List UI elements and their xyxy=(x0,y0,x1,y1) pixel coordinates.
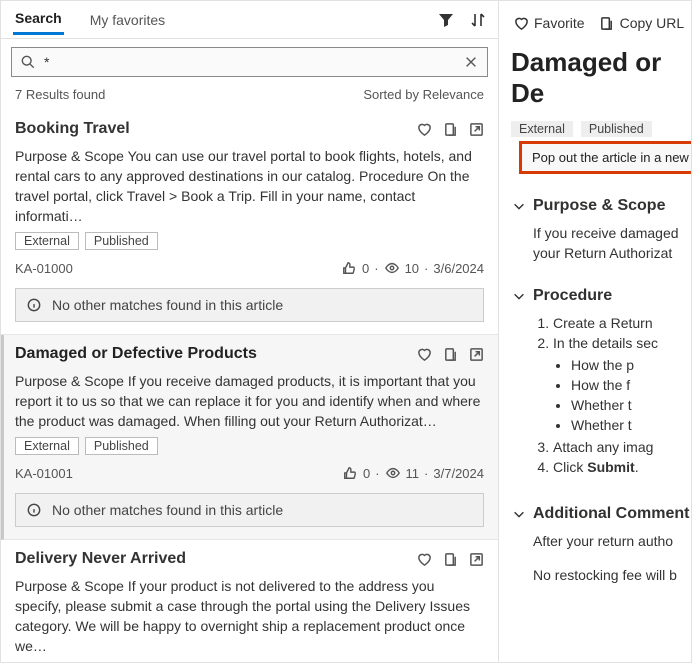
popout-icon[interactable] xyxy=(468,551,484,567)
tag-external: External xyxy=(15,437,79,455)
link-icon[interactable] xyxy=(442,551,458,567)
tab-bar: Search My favorites xyxy=(1,1,498,39)
no-match-banner: No other matches found in this article xyxy=(15,288,484,322)
list-item: Create a Return xyxy=(553,313,691,333)
chevron-down-icon xyxy=(511,288,527,304)
list-item: How the p xyxy=(571,355,691,375)
link-icon[interactable] xyxy=(442,346,458,362)
heart-icon xyxy=(513,15,529,31)
section-procedure[interactable]: Procedure xyxy=(511,287,691,305)
section-additional[interactable]: Additional Comment xyxy=(511,505,691,523)
heart-icon[interactable] xyxy=(416,346,432,362)
card-title: Booking Travel xyxy=(15,120,130,138)
search-box[interactable] xyxy=(11,47,488,77)
no-match-banner: No other matches found in this article xyxy=(15,493,484,527)
search-input[interactable] xyxy=(42,53,463,71)
results-count: 7 Results found xyxy=(15,87,105,102)
link-icon[interactable] xyxy=(442,121,458,137)
tag-published: Published xyxy=(85,437,158,455)
thumbs-count: 0 xyxy=(362,261,369,276)
list-item: Whether t xyxy=(571,415,691,435)
result-card[interactable]: Booking Travel Purpose & Scope You can u… xyxy=(1,110,498,335)
sort-icon[interactable] xyxy=(470,12,486,28)
search-icon xyxy=(20,54,36,70)
thumbs-icon[interactable] xyxy=(341,260,357,276)
popout-icon[interactable] xyxy=(468,346,484,362)
tag-external: External xyxy=(511,121,573,137)
info-icon xyxy=(26,502,42,518)
copy-icon xyxy=(599,15,615,31)
copyurl-action[interactable]: Copy URL xyxy=(599,15,685,31)
popout-icon[interactable] xyxy=(468,121,484,137)
card-snippet: Purpose & Scope If you receive damaged p… xyxy=(15,371,484,431)
tab-favorites[interactable]: My favorites xyxy=(88,6,167,34)
heart-icon[interactable] xyxy=(416,121,432,137)
tag-published: Published xyxy=(85,232,158,250)
tag-published: Published xyxy=(581,121,652,137)
chevron-down-icon xyxy=(511,506,527,522)
tag-external: External xyxy=(15,232,79,250)
results-meta: 7 Results found Sorted by Relevance xyxy=(1,81,498,110)
card-title: Delivery Never Arrived xyxy=(15,550,186,568)
list-item: Attach any imag xyxy=(553,437,691,457)
chevron-down-icon xyxy=(511,198,527,214)
list-item: Whether t xyxy=(571,395,691,415)
results-list[interactable]: Booking Travel Purpose & Scope You can u… xyxy=(1,110,498,662)
views-count: 10 xyxy=(405,261,419,276)
result-card[interactable]: Damaged or Defective Products Purpose & … xyxy=(1,335,498,540)
card-snippet: Purpose & Scope If your product is not d… xyxy=(15,576,484,656)
card-date: 3/6/2024 xyxy=(433,261,484,276)
list-item: In the details sec How the p How the f W… xyxy=(553,333,691,435)
card-snippet: Purpose & Scope You can use our travel p… xyxy=(15,146,484,226)
section-body: If you receive damaged your Return Autho… xyxy=(511,223,691,263)
info-icon xyxy=(26,297,42,313)
result-card[interactable]: Delivery Never Arrived Purpose & Scope I… xyxy=(1,540,498,662)
heart-icon[interactable] xyxy=(416,551,432,567)
section-body: After your return autho No restocking fe… xyxy=(511,531,691,585)
favorite-action[interactable]: Favorite xyxy=(513,15,585,31)
card-title: Damaged or Defective Products xyxy=(15,345,257,363)
list-item: Click Submit. xyxy=(553,457,691,477)
card-id: KA-01001 xyxy=(15,466,73,481)
list-item: How the f xyxy=(571,375,691,395)
views-icon xyxy=(384,260,400,276)
filter-icon[interactable] xyxy=(438,12,454,28)
thumbs-icon[interactable] xyxy=(342,465,358,481)
section-purpose[interactable]: Purpose & Scope xyxy=(511,197,691,215)
sort-label: Sorted by Relevance xyxy=(363,87,484,102)
thumbs-count: 0 xyxy=(363,466,370,481)
tab-search[interactable]: Search xyxy=(13,4,64,35)
card-date: 3/7/2024 xyxy=(433,466,484,481)
card-id: KA-01000 xyxy=(15,261,73,276)
views-count: 11 xyxy=(406,466,420,481)
article-title: Damaged or De xyxy=(511,41,691,121)
procedure-body: Create a Return In the details sec How t… xyxy=(511,313,691,477)
views-icon xyxy=(385,465,401,481)
popout-tooltip: Pop out the article in a new window xyxy=(519,141,691,174)
clear-icon[interactable] xyxy=(463,54,479,70)
